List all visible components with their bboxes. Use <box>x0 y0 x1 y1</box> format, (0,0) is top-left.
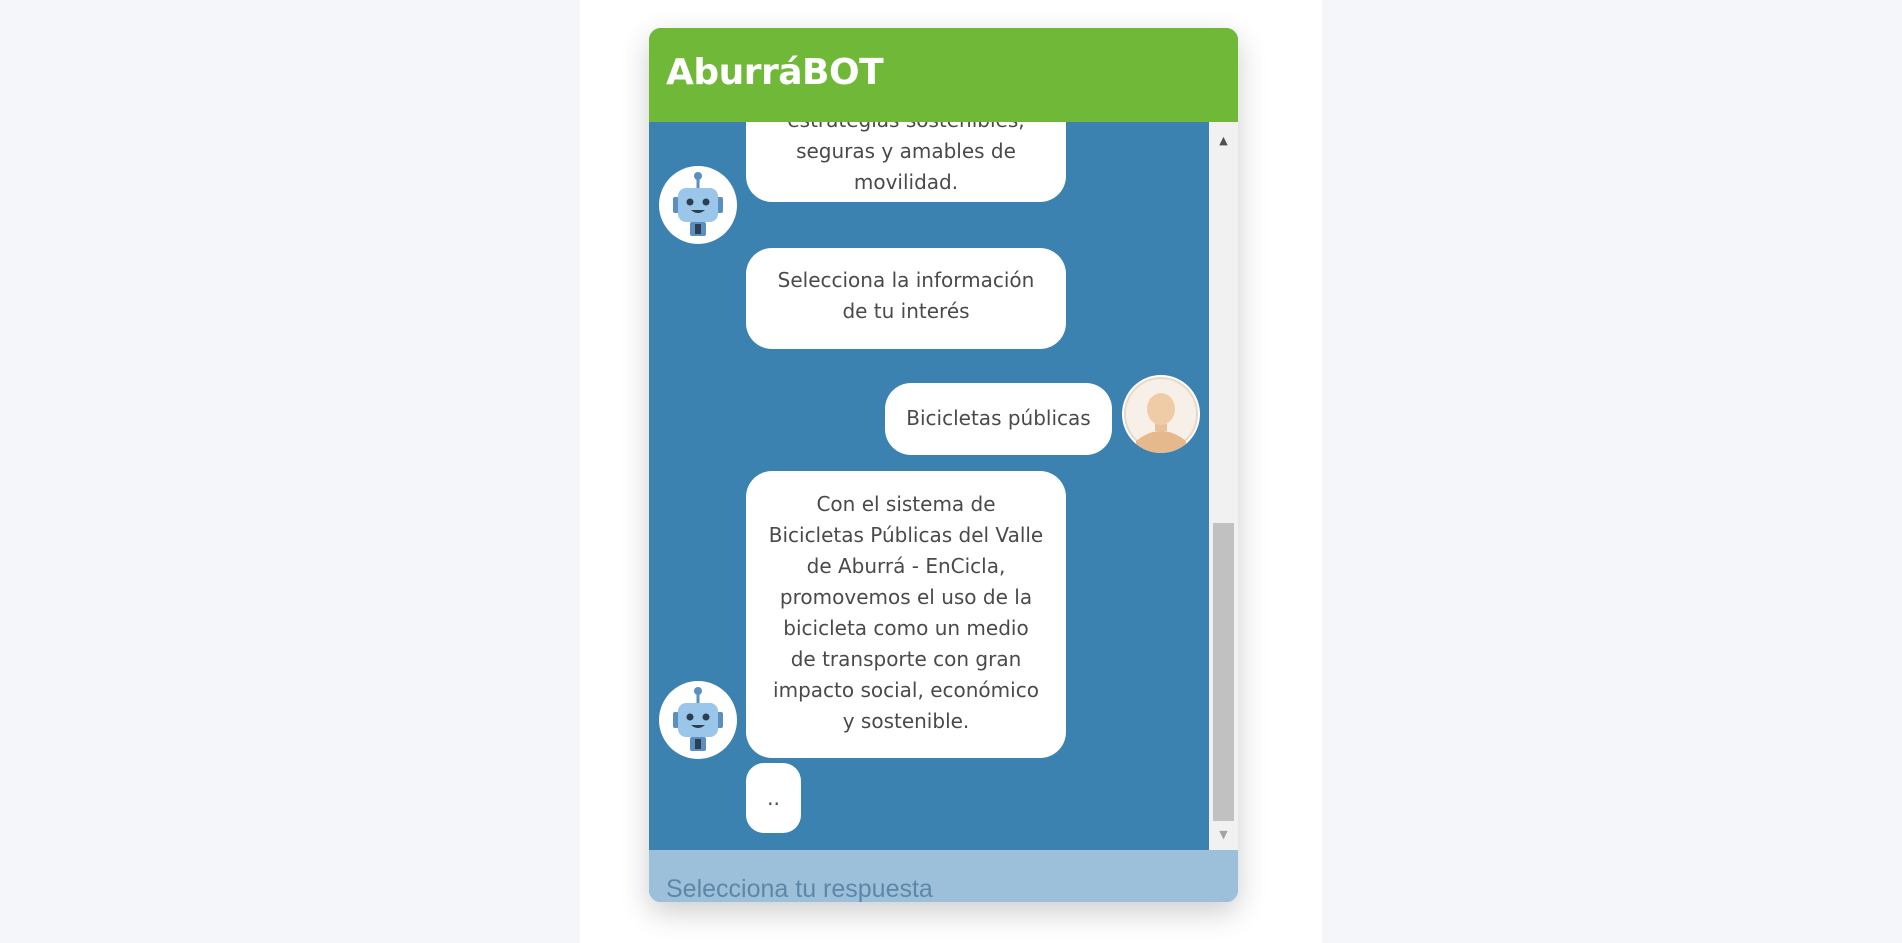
chat-header: AburráBOT <box>649 28 1238 122</box>
typing-indicator: .. <box>746 763 801 833</box>
chat-messages[interactable]: estrategias sostenibles, seguras y amabl… <box>649 122 1238 850</box>
scroll-thumb[interactable] <box>1213 523 1234 821</box>
robot-icon <box>673 172 723 236</box>
user-message: Bicicletas públicas <box>885 383 1112 455</box>
bot-message: Con el sistema de Bicicletas Públicas de… <box>746 471 1066 758</box>
chat-title: AburráBOT <box>666 52 884 93</box>
bot-avatar <box>659 681 737 759</box>
chat-widget: AburráBOT estrategias sostenibles, segur… <box>649 28 1238 902</box>
bot-message: estrategias sostenibles, seguras y amabl… <box>746 122 1066 202</box>
response-input-placeholder: Selecciona tu respuesta <box>666 875 933 902</box>
scroll-up-arrow-icon[interactable]: ▲ <box>1209 128 1238 152</box>
chat-scrollbar[interactable]: ▲ ▼ <box>1209 122 1238 850</box>
robot-icon <box>673 687 723 751</box>
bot-avatar <box>659 166 737 244</box>
bot-message: Selecciona la información de tu interés <box>746 248 1066 349</box>
response-input[interactable]: Selecciona tu respuesta <box>649 850 1238 902</box>
user-icon <box>1124 377 1198 453</box>
scroll-down-arrow-icon[interactable]: ▼ <box>1209 822 1238 846</box>
user-avatar <box>1122 375 1200 453</box>
